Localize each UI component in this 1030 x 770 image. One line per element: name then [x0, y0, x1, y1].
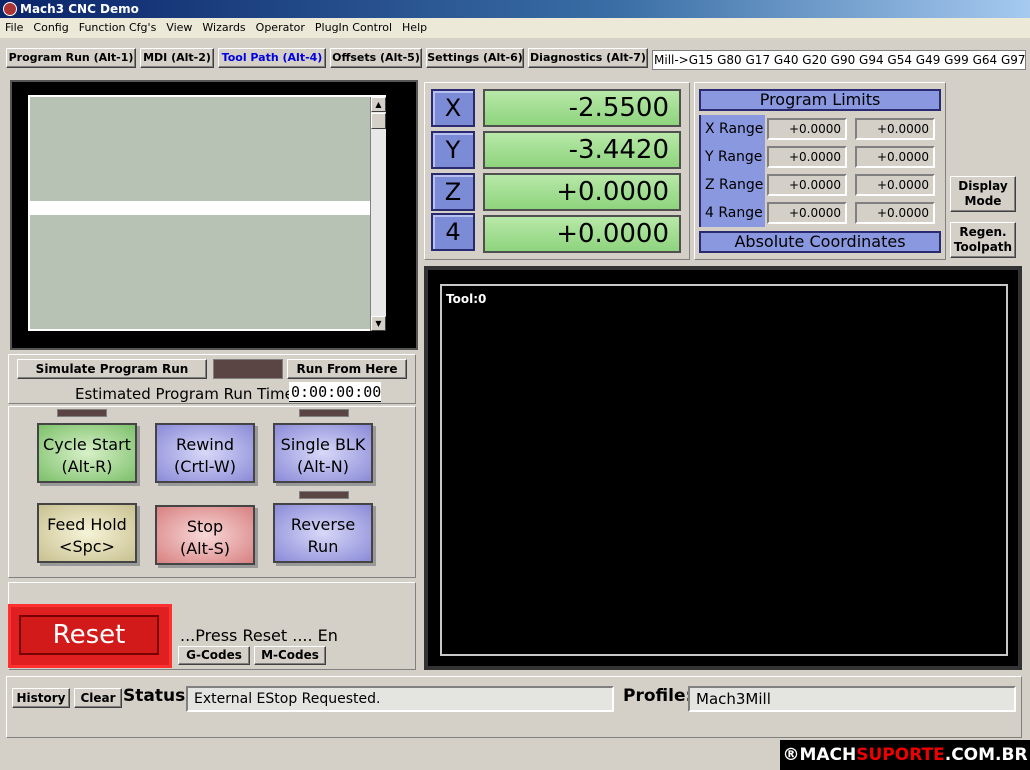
g-codes-button[interactable]: G-Codes — [178, 646, 250, 665]
cycle-start-button[interactable]: Cycle Start (Alt-R) — [37, 423, 137, 483]
watermark-logo: ®MACHSUPORTE.COM.BR — [780, 740, 1030, 770]
dro-x[interactable]: -2.5500 — [483, 89, 681, 127]
x-range-min: +0.0000 — [767, 118, 847, 140]
single-block-button[interactable]: Single BLK (Alt-N) — [273, 423, 373, 483]
menu-file[interactable]: File — [0, 18, 28, 38]
x-range-max: +0.0000 — [855, 118, 935, 140]
cycle-controls-panel: Cycle Start (Alt-R) Rewind (Crtl-W) Single… — [8, 406, 416, 578]
menu-bar: File Config Function Cfg's View Wizards Opera… — [0, 18, 1030, 38]
history-button[interactable]: History — [12, 688, 70, 708]
screen-tabs: Program Run (Alt-1) MDI (Alt-2) Tool Pat… — [0, 44, 1030, 72]
single-blk-led — [299, 409, 349, 417]
axis-z-label[interactable]: Z — [431, 173, 475, 211]
gcode-listing[interactable]: ▲ ▼ — [28, 95, 386, 331]
toolpath-view[interactable]: Tool:0 — [440, 284, 1008, 656]
toolpath-tool-label: Tool:0 — [446, 292, 487, 306]
reset-label: Reset — [19, 615, 159, 655]
menu-operator[interactable]: Operator — [251, 18, 310, 38]
reverse-run-button[interactable]: Reverse Run — [273, 503, 373, 563]
dro-panel: X -2.5500 Y -3.4420 Z +0.0000 4 +0.0000 — [424, 82, 690, 260]
4-range-max: +0.0000 — [855, 202, 935, 224]
reverse-run-led — [299, 491, 349, 499]
title-bar: Mach3 CNC Demo — [0, 0, 1030, 18]
menu-plugin-control[interactable]: PlugIn Control — [310, 18, 397, 38]
axis-y-label[interactable]: Y — [431, 131, 475, 169]
scroll-thumb[interactable] — [371, 113, 386, 129]
m-codes-button[interactable]: M-Codes — [254, 646, 326, 665]
menu-config[interactable]: Config — [28, 18, 73, 38]
z-range-label: Z Range — [699, 171, 765, 199]
profile-label: Profile: — [623, 686, 693, 706]
simulate-led — [213, 359, 283, 379]
scroll-up-icon[interactable]: ▲ — [371, 97, 386, 112]
status-field: External EStop Requested. — [186, 686, 614, 712]
reset-button[interactable]: Reset — [8, 604, 172, 668]
estimated-run-time-value: 0:00:00:00 — [289, 382, 382, 402]
dro-4[interactable]: +0.0000 — [483, 215, 681, 253]
display-mode-button[interactable]: Display Mode — [950, 176, 1016, 212]
run-from-here-button[interactable]: Run From Here — [287, 359, 407, 379]
4-range-label: 4 Range — [699, 199, 765, 227]
status-label: Status: — [123, 686, 192, 706]
axis-x-label[interactable]: X — [431, 89, 475, 127]
reset-message: ...Press Reset .... En — [180, 626, 338, 645]
menu-function-cfgs[interactable]: Function Cfg's — [74, 18, 162, 38]
rewind-button[interactable]: Rewind (Crtl-W) — [155, 423, 255, 483]
4-range-min: +0.0000 — [767, 202, 847, 224]
y-range-min: +0.0000 — [767, 146, 847, 168]
x-range-label: X Range — [699, 115, 765, 143]
clear-button[interactable]: Clear — [74, 688, 122, 708]
current-line-highlight — [30, 201, 384, 215]
cycle-start-led — [57, 409, 107, 417]
tab-diagnostics[interactable]: Diagnostics (Alt-7) — [528, 48, 648, 68]
toolpath-frame: Tool:0 — [424, 266, 1022, 670]
estimated-run-time-label: Estimated Program Run Time — [75, 385, 294, 403]
feed-hold-button[interactable]: Feed Hold <Spc> — [37, 503, 137, 563]
scroll-down-icon[interactable]: ▼ — [371, 316, 386, 331]
tab-mdi[interactable]: MDI (Alt-2) — [140, 48, 214, 68]
z-range-min: +0.0000 — [767, 174, 847, 196]
simulate-program-run-button[interactable]: Simulate Program Run — [17, 359, 207, 379]
gcode-window-frame: ▲ ▼ — [10, 80, 418, 350]
menu-view[interactable]: View — [161, 18, 197, 38]
tab-tool-path[interactable]: Tool Path (Alt-4) — [218, 48, 326, 68]
y-range-max: +0.0000 — [855, 146, 935, 168]
program-limits-title: Program Limits — [699, 89, 941, 111]
profile-field: Mach3Mill — [688, 686, 1016, 712]
regen-toolpath-button[interactable]: Regen. Toolpath — [950, 222, 1016, 258]
dro-z[interactable]: +0.0000 — [483, 173, 681, 211]
stop-button[interactable]: Stop (Alt-S) — [155, 505, 255, 565]
active-gcodes-display: Mill->G15 G80 G17 G40 G20 G90 G94 G54 G4… — [652, 50, 1026, 70]
window-title: Mach3 CNC Demo — [20, 2, 139, 16]
program-limits-panel: Program Limits X Range +0.0000 +0.0000 Y… — [694, 82, 946, 260]
menu-wizards[interactable]: Wizards — [197, 18, 250, 38]
tab-offsets[interactable]: Offsets (Alt-5) — [330, 48, 422, 68]
y-range-label: Y Range — [699, 143, 765, 171]
dro-y[interactable]: -3.4420 — [483, 131, 681, 169]
axis-4-label[interactable]: 4 — [431, 213, 475, 251]
menu-help[interactable]: Help — [397, 18, 432, 38]
tab-program-run[interactable]: Program Run (Alt-1) — [6, 48, 136, 68]
z-range-max: +0.0000 — [855, 174, 935, 196]
tab-settings[interactable]: Settings (Alt-6) — [426, 48, 524, 68]
absolute-coordinates-label[interactable]: Absolute Coordinates — [699, 231, 941, 253]
gcode-scrollbar[interactable]: ▲ ▼ — [370, 97, 386, 331]
app-icon — [3, 2, 17, 16]
simulate-panel: Simulate Program Run Run From Here Estim… — [8, 354, 416, 404]
